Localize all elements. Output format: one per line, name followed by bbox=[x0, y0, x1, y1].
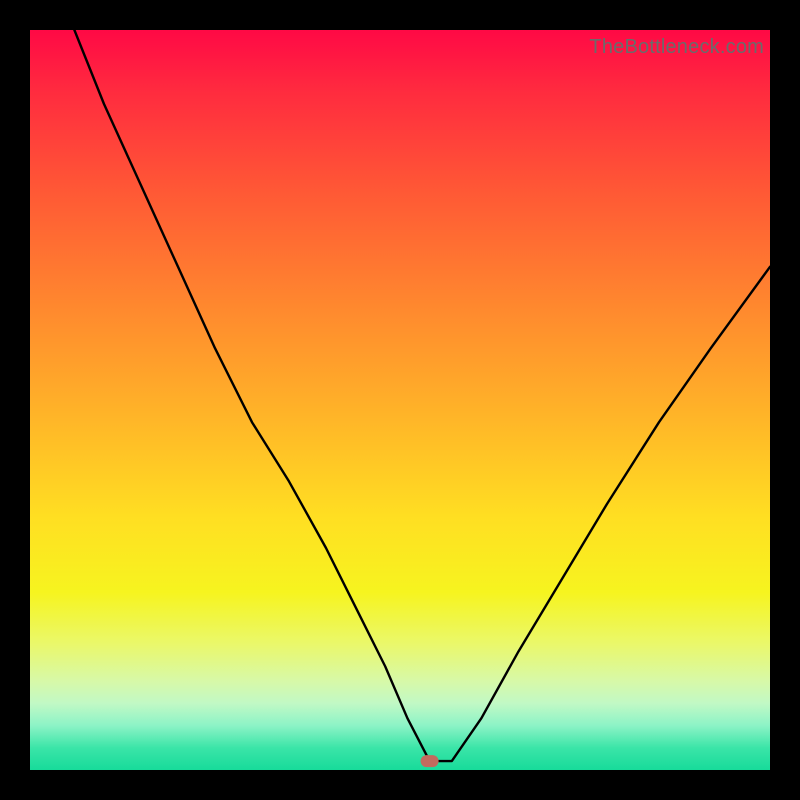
curve-svg bbox=[30, 30, 770, 770]
minimum-marker bbox=[421, 755, 439, 767]
bottleneck-curve bbox=[74, 30, 770, 761]
plot-area: TheBottleneck.com bbox=[30, 30, 770, 770]
chart-frame: TheBottleneck.com bbox=[0, 0, 800, 800]
